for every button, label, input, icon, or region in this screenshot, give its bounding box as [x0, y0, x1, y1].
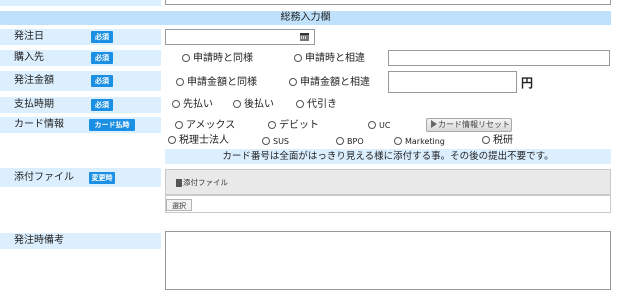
- amount-option-label: 申請金額と同様: [187, 77, 257, 88]
- payment-option-label: 先払い: [183, 99, 213, 110]
- card-reset-button[interactable]: カード情報リセット: [426, 118, 512, 132]
- amount-label: 発注金額: [14, 75, 54, 86]
- card-option-label: Marketing: [405, 137, 445, 146]
- supplier-option-label: 申請時と相違: [305, 53, 365, 64]
- card-option-label: UC: [379, 121, 391, 130]
- supplier-option-same[interactable]: 申請時と同様: [182, 53, 253, 65]
- card-option-tax-firm[interactable]: 税理士法人: [168, 135, 229, 147]
- supplier-text-input[interactable]: [388, 50, 610, 66]
- radio-icon[interactable]: [336, 137, 344, 145]
- card-option-debit[interactable]: デビット: [268, 120, 319, 132]
- card-option-label: SUS: [273, 137, 290, 146]
- radio-icon[interactable]: [482, 136, 490, 144]
- card-option-label: アメックス: [186, 120, 236, 131]
- amount-option-diff[interactable]: 申請金額と相違: [289, 77, 370, 89]
- card-option-label: 税理士法人: [179, 135, 229, 146]
- radio-icon[interactable]: [182, 54, 190, 62]
- required-badge: 必須: [91, 31, 113, 43]
- card-payment-badge: カード払時: [89, 119, 135, 131]
- attachment-label: 添付ファイル: [14, 172, 74, 183]
- amount-option-label: 申請金額と相違: [300, 77, 370, 88]
- radio-icon[interactable]: [168, 136, 176, 144]
- radio-icon[interactable]: [176, 78, 184, 86]
- card-option-label: BPO: [347, 137, 364, 146]
- play-icon: [431, 120, 437, 128]
- attachment-drop-label: 添付ファイル: [183, 178, 228, 187]
- card-label: カード情報: [14, 119, 64, 130]
- order-date-input[interactable]: [165, 29, 315, 45]
- payment-option-postpay[interactable]: 後払い: [233, 99, 274, 111]
- calendar-icon[interactable]: [300, 33, 309, 41]
- amount-label-cell: 発注金額 必須: [0, 71, 161, 91]
- radio-icon[interactable]: [294, 54, 302, 62]
- payment-label: 支払時期: [14, 99, 54, 110]
- radio-icon[interactable]: [172, 100, 180, 108]
- amount-text-input[interactable]: [388, 71, 517, 93]
- payment-label-cell: 支払時期 必須: [0, 97, 161, 113]
- required-badge: 必須: [91, 52, 113, 64]
- radio-icon[interactable]: [233, 100, 241, 108]
- radio-icon[interactable]: [394, 137, 402, 145]
- required-badge: 必須: [91, 75, 113, 87]
- remarks-textarea[interactable]: [165, 231, 611, 290]
- radio-icon[interactable]: [268, 121, 276, 129]
- file-icon: [176, 179, 182, 187]
- order-date-label-cell: 発注日 必須: [0, 29, 161, 45]
- card-note-bar: カード番号は全面がはっきり見える様に添付する事。その後の提出不要です。: [165, 149, 611, 164]
- order-date-label: 発注日: [14, 31, 44, 42]
- card-option-zeiken[interactable]: 税研: [482, 135, 513, 147]
- attachment-select-button[interactable]: 選択: [166, 199, 192, 211]
- payment-option-prepay[interactable]: 先払い: [172, 99, 213, 111]
- payment-option-cod[interactable]: 代引き: [296, 99, 337, 111]
- radio-icon[interactable]: [175, 121, 183, 129]
- card-reset-label: カード情報リセット: [438, 120, 510, 129]
- required-badge: 必須: [91, 99, 113, 111]
- section-title: 総務入力欄: [280, 12, 331, 23]
- radio-icon[interactable]: [289, 78, 297, 86]
- card-option-sus[interactable]: SUS: [262, 136, 289, 148]
- card-note: カード番号は全面がはっきり見える様に添付する事。その後の提出不要です。: [222, 151, 554, 162]
- attachment-file-bar: [165, 195, 611, 213]
- supplier-label-cell: 購入先 必須: [0, 50, 161, 66]
- payment-option-label: 代引き: [307, 99, 337, 110]
- supplier-label: 購入先: [14, 52, 44, 63]
- amount-option-same[interactable]: 申請金額と同様: [176, 77, 257, 89]
- card-option-uc[interactable]: UC: [368, 120, 390, 132]
- card-option-marketing[interactable]: Marketing: [394, 136, 445, 148]
- change-badge: 変更時: [89, 172, 115, 184]
- supplier-option-diff[interactable]: 申請時と相違: [294, 53, 365, 65]
- supplier-option-label: 申請時と同様: [193, 53, 253, 64]
- radio-icon[interactable]: [296, 100, 304, 108]
- card-option-amex[interactable]: アメックス: [175, 120, 235, 132]
- section-header: 総務入力欄: [0, 11, 611, 25]
- top-partial-input[interactable]: [165, 0, 611, 5]
- payment-option-label: 後払い: [244, 99, 274, 110]
- remarks-label: 発注時備考: [14, 235, 64, 246]
- top-label-strip: [0, 0, 161, 6]
- card-option-label: デビット: [279, 120, 319, 131]
- radio-icon[interactable]: [262, 137, 270, 145]
- attachment-label-cell: 添付ファイル 変更時: [0, 168, 161, 187]
- card-label-cell: カード情報 カード払時: [0, 117, 161, 133]
- attachment-drop-area[interactable]: 添付ファイル: [165, 169, 611, 195]
- card-option-bpo[interactable]: BPO: [336, 136, 364, 148]
- remarks-label-cell: 発注時備考: [0, 233, 161, 249]
- card-option-label: 税研: [493, 135, 513, 146]
- radio-icon[interactable]: [368, 121, 376, 129]
- amount-unit: 円: [521, 76, 534, 90]
